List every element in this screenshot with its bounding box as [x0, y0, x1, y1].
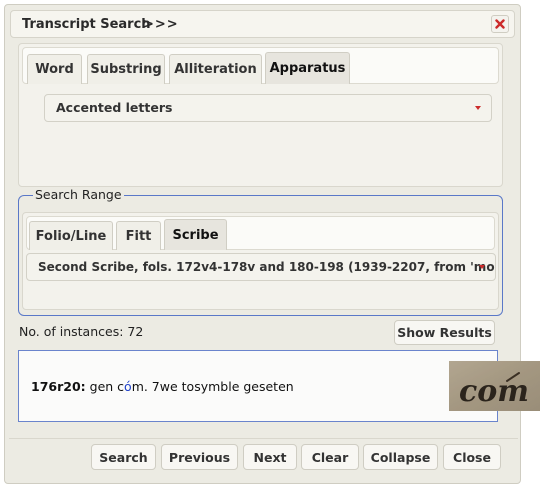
close-button[interactable]: Close [443, 444, 501, 470]
apparatus-select-value: Accented letters [56, 100, 173, 115]
tab-substring[interactable]: Substring [87, 54, 165, 84]
close-icon[interactable] [491, 15, 509, 33]
tab-alliteration[interactable]: Alliteration [169, 54, 262, 84]
chevron-down-icon [475, 106, 481, 110]
scribe-select-value: Second Scribe, fols. 172v4-178v and 180-… [38, 260, 496, 274]
collapse-button[interactable]: Collapse [363, 444, 438, 470]
expand-arrows[interactable]: >>> [143, 17, 179, 32]
results-list: 176r20: gen cóm. 7we tosymble geseten [18, 350, 498, 422]
result-highlight: ó [124, 379, 132, 394]
svg-text:com: com [459, 374, 529, 409]
apparatus-select[interactable]: Accented letters [44, 94, 492, 122]
result-reference: 176r20: [31, 379, 86, 394]
list-item[interactable]: 176r20: gen cóm. 7we tosymble geseten [31, 379, 294, 394]
search-button[interactable]: Search [91, 444, 156, 470]
previous-button[interactable]: Previous [161, 444, 238, 470]
footer-divider [9, 438, 518, 439]
result-text-before: gen c [85, 379, 125, 394]
title-bar[interactable]: Transcript Search >>> [10, 10, 515, 38]
scribe-select[interactable]: Second Scribe, fols. 172v4-178v and 180-… [26, 253, 496, 281]
search-type-panel: Word Substring Alliteration Apparatus Ac… [18, 43, 503, 187]
dialog-title: Transcript Search [22, 17, 151, 32]
instances-count: No. of instances: 72 [19, 324, 144, 339]
tab-fitt[interactable]: Fitt [116, 221, 161, 250]
search-range-fieldset: Search Range Folio/Line Fitt Scribe Seco… [18, 187, 503, 316]
result-text-after: m. 7we tosymble geseten [131, 379, 294, 394]
manuscript-snippet-image: com [449, 361, 540, 411]
transcript-search-dialog: Transcript Search >>> Word Substring All… [4, 4, 540, 484]
tab-folio-line[interactable]: Folio/Line [29, 221, 113, 250]
search-range-panel: Folio/Line Fitt Scribe Second Scribe, fo… [22, 212, 499, 310]
next-button[interactable]: Next [243, 444, 297, 470]
search-range-tabs: Folio/Line Fitt Scribe [26, 216, 495, 250]
search-type-tabs: Word Substring Alliteration Apparatus [22, 47, 499, 84]
tab-word[interactable]: Word [27, 54, 82, 84]
chevron-down-icon [479, 265, 485, 269]
search-range-legend: Search Range [33, 187, 124, 202]
clear-button[interactable]: Clear [301, 444, 359, 470]
tab-apparatus[interactable]: Apparatus [265, 52, 350, 84]
show-results-button[interactable]: Show Results [394, 320, 495, 345]
tab-scribe[interactable]: Scribe [164, 219, 227, 250]
